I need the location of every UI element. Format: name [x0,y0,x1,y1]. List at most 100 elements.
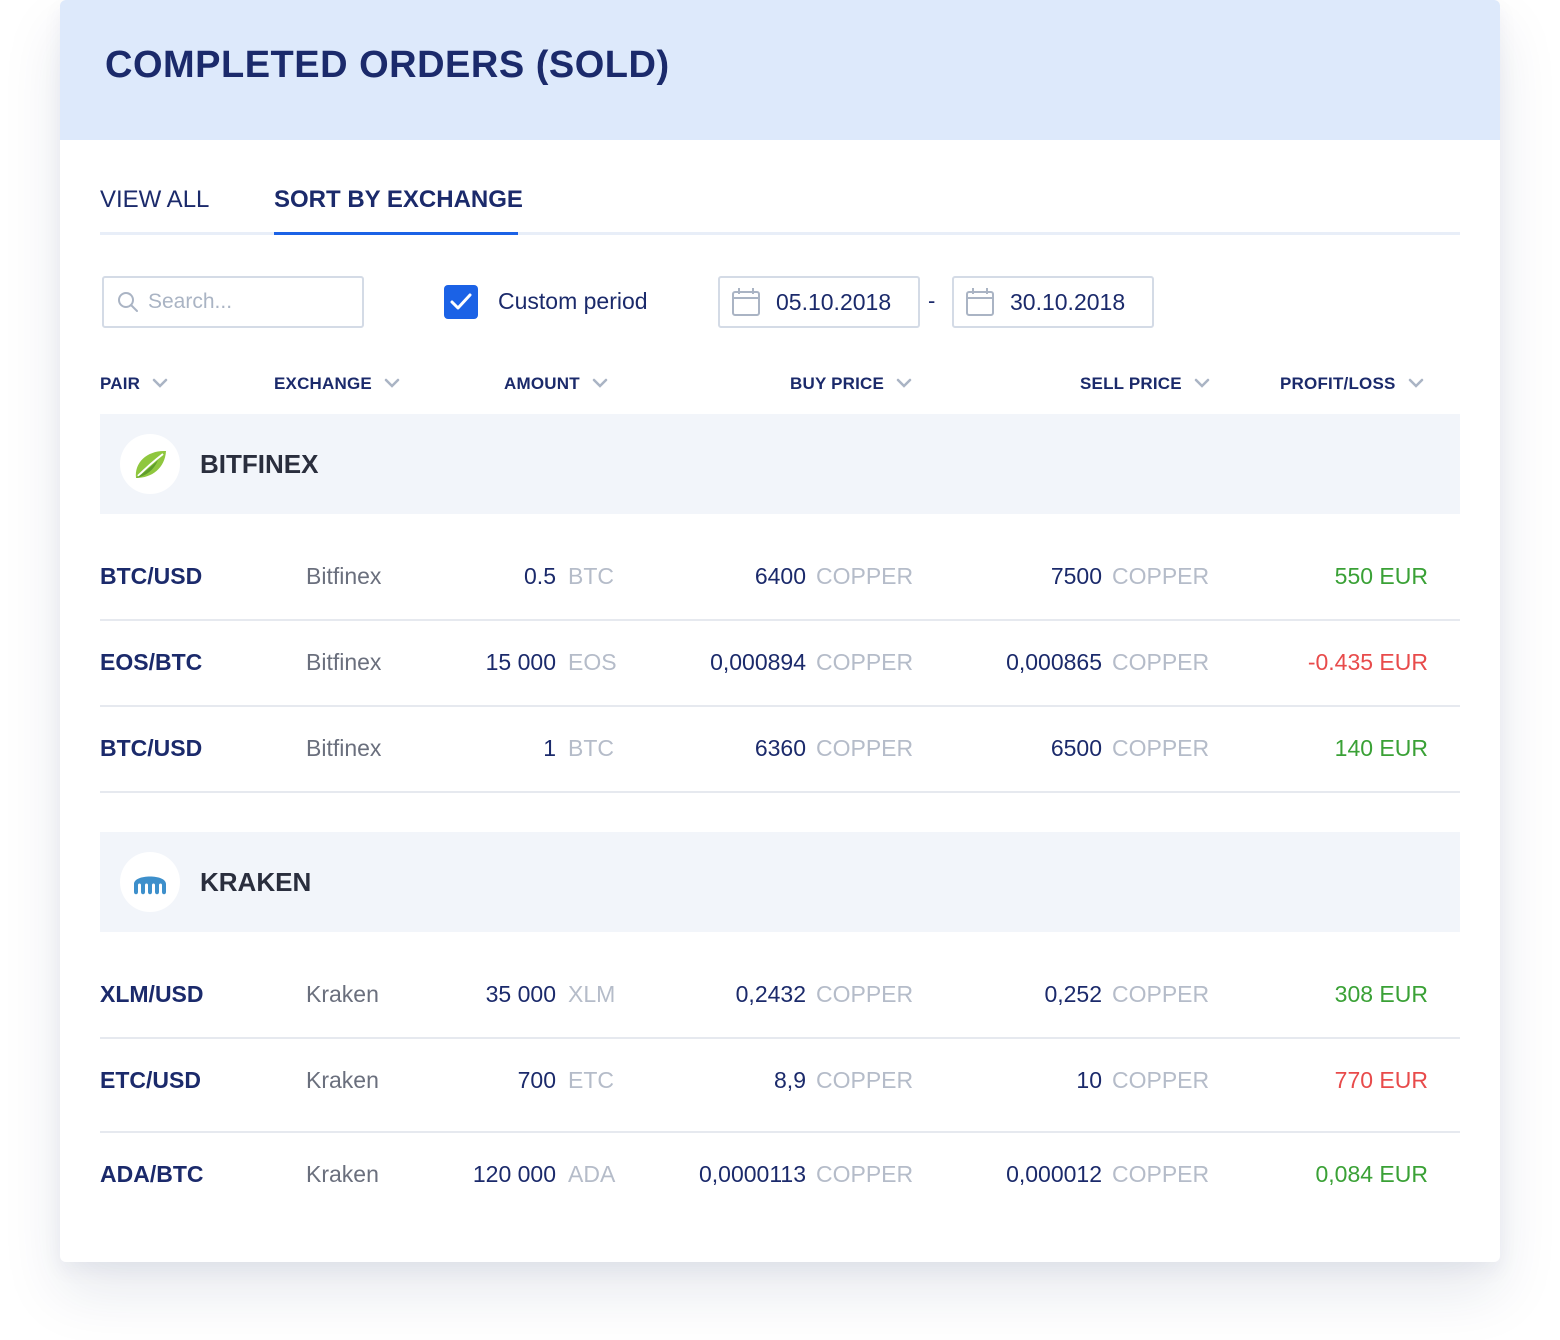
date-from-field[interactable]: 05.10.2018 [718,276,920,328]
column-header-pair[interactable]: PAIR [100,374,168,394]
cell-sell-price: 10 [1076,1067,1102,1093]
cell-buy-price: 6400 [754,563,806,589]
table-row[interactable]: ADA/BTC Kraken 120 000 ADA 0,0000113 COP… [100,1131,1460,1217]
date-range-separator: - [928,288,936,313]
column-label: PAIR [100,374,141,393]
cell-sell-price: 7500 [1050,563,1102,589]
calendar-icon [966,288,994,316]
cell-buy-unit: COPPER [816,563,914,589]
page-title: COMPLETED ORDERS (SOLD) [105,44,670,86]
cell-buy-unit: COPPER [816,735,914,761]
cell-sell-unit: COPPER [1112,1161,1210,1187]
cell-profit-loss: -0.435 EUR [1307,649,1428,675]
chevron-down-icon [384,378,400,388]
cell-buy-unit: COPPER [816,649,914,675]
cell-amount: 15 000 [485,649,556,675]
cell-buy-price: 8,9 [774,1067,806,1093]
cell-exchange: Bitfinex [306,735,382,761]
cell-profit-loss: 550 EUR [1334,563,1428,589]
search-input[interactable] [146,286,350,318]
cell-pair: XLM/USD [100,981,204,1007]
cell-amount: 35 000 [485,981,556,1007]
column-label: AMOUNT [504,374,580,393]
cell-buy-price: 0,0000113 [698,1161,806,1187]
kraken-logo [120,852,180,912]
date-to-value: 30.10.2018 [1010,289,1126,315]
cell-exchange: Kraken [306,981,379,1007]
cell-amount-unit: BTC [568,563,614,589]
cell-buy-unit: COPPER [816,981,914,1007]
date-to-field[interactable]: 30.10.2018 [952,276,1154,328]
cell-amount-unit: BTC [568,735,614,761]
column-header-exchange[interactable]: EXCHANGE [274,374,400,394]
table-row[interactable]: BTC/USD Bitfinex 1 BTC 6360 COPPER 6500 … [100,705,1460,793]
cell-amount: 120 000 [472,1161,556,1187]
custom-period-checkbox[interactable] [444,285,478,319]
cell-profit-loss: 770 EUR [1334,1067,1428,1093]
active-tab-indicator [274,232,518,235]
table-row[interactable]: XLM/USD Kraken 35 000 XLM 0,2432 COPPER … [100,951,1460,1039]
cell-pair: BTC/USD [100,563,203,589]
cell-amount-unit: EOS [568,649,617,675]
cell-pair: ADA/BTC [100,1161,204,1187]
cell-exchange: Bitfinex [306,649,382,675]
cell-amount-unit: XLM [568,981,616,1007]
cell-sell-unit: COPPER [1112,981,1210,1007]
cell-sell-price: 6500 [1050,735,1102,761]
cell-amount: 700 [517,1067,556,1093]
date-from-value: 05.10.2018 [776,289,892,315]
card-header: COMPLETED ORDERS (SOLD) [60,0,1500,140]
cell-sell-price: 0,000012 [1006,1161,1102,1187]
custom-period-label[interactable]: Custom period [498,288,648,315]
cell-exchange: Kraken [306,1161,379,1187]
cell-sell-price: 0,000865 [1006,649,1102,675]
chevron-down-icon [152,378,168,388]
column-label: SELL PRICE [1080,374,1182,393]
table-row[interactable]: BTC/USD Bitfinex 0.5 BTC 6400 COPPER 750… [100,533,1460,621]
cell-buy-unit: COPPER [816,1161,914,1187]
cell-amount: 1 [543,735,556,761]
column-header-sell-price[interactable]: SELL PRICE [1080,374,1210,394]
cell-exchange: Kraken [306,1067,379,1093]
cell-amount-unit: ETC [568,1067,614,1093]
tab-bar: VIEW ALL SORT BY EXCHANGE [100,186,1460,236]
cell-profit-loss: 140 EUR [1334,735,1428,761]
cell-buy-price: 0,2432 [735,981,806,1007]
cell-sell-unit: COPPER [1112,649,1210,675]
kraken-icon [134,876,166,895]
search-icon [118,292,138,312]
calendar-icon [732,288,760,316]
bitfinex-leaf-icon [135,450,166,478]
column-label: EXCHANGE [274,374,372,393]
chevron-down-icon [592,378,608,388]
search-box[interactable] [102,276,364,328]
column-label: PROFIT/LOSS [1280,374,1396,393]
cell-buy-unit: COPPER [816,1067,914,1093]
chevron-down-icon [1194,378,1210,388]
cell-sell-price: 0,252 [1044,981,1102,1007]
cell-sell-unit: COPPER [1112,563,1210,589]
exchange-group-name: BITFINEX [200,449,319,479]
cell-buy-price: 0,000894 [710,649,806,675]
cell-pair: ETC/USD [100,1067,201,1093]
tab-view-all[interactable]: VIEW ALL [100,186,209,214]
cell-sell-unit: COPPER [1112,735,1210,761]
exchange-group-name: KRAKEN [200,867,312,897]
cell-profit-loss: 0,084 EUR [1315,1161,1428,1187]
chevron-down-icon [1408,378,1423,388]
column-header-amount[interactable]: AMOUNT [504,374,608,394]
column-label: BUY PRICE [790,374,885,393]
orders-card: COMPLETED ORDERS (SOLD) VIEW ALL SORT BY… [60,0,1500,1262]
table-row[interactable]: EOS/BTC Bitfinex 15 000 EOS 0,000894 COP… [100,619,1460,707]
tab-sort-by-exchange[interactable]: SORT BY EXCHANGE [274,186,523,214]
column-header-buy-price[interactable]: BUY PRICE [790,374,912,394]
exchange-group-header-kraken: KRAKEN [100,832,1460,932]
cell-exchange: Bitfinex [306,563,382,589]
chevron-down-icon [896,378,912,388]
cell-pair: BTC/USD [100,735,203,761]
cell-amount: 0.5 [524,563,556,589]
cell-buy-price: 6360 [754,735,806,761]
table-row[interactable]: ETC/USD Kraken 700 ETC 8,9 COPPER 10 COP… [100,1037,1460,1133]
cell-sell-unit: COPPER [1112,1067,1210,1093]
column-header-profit-loss[interactable]: PROFIT/LOSS [1280,374,1424,394]
